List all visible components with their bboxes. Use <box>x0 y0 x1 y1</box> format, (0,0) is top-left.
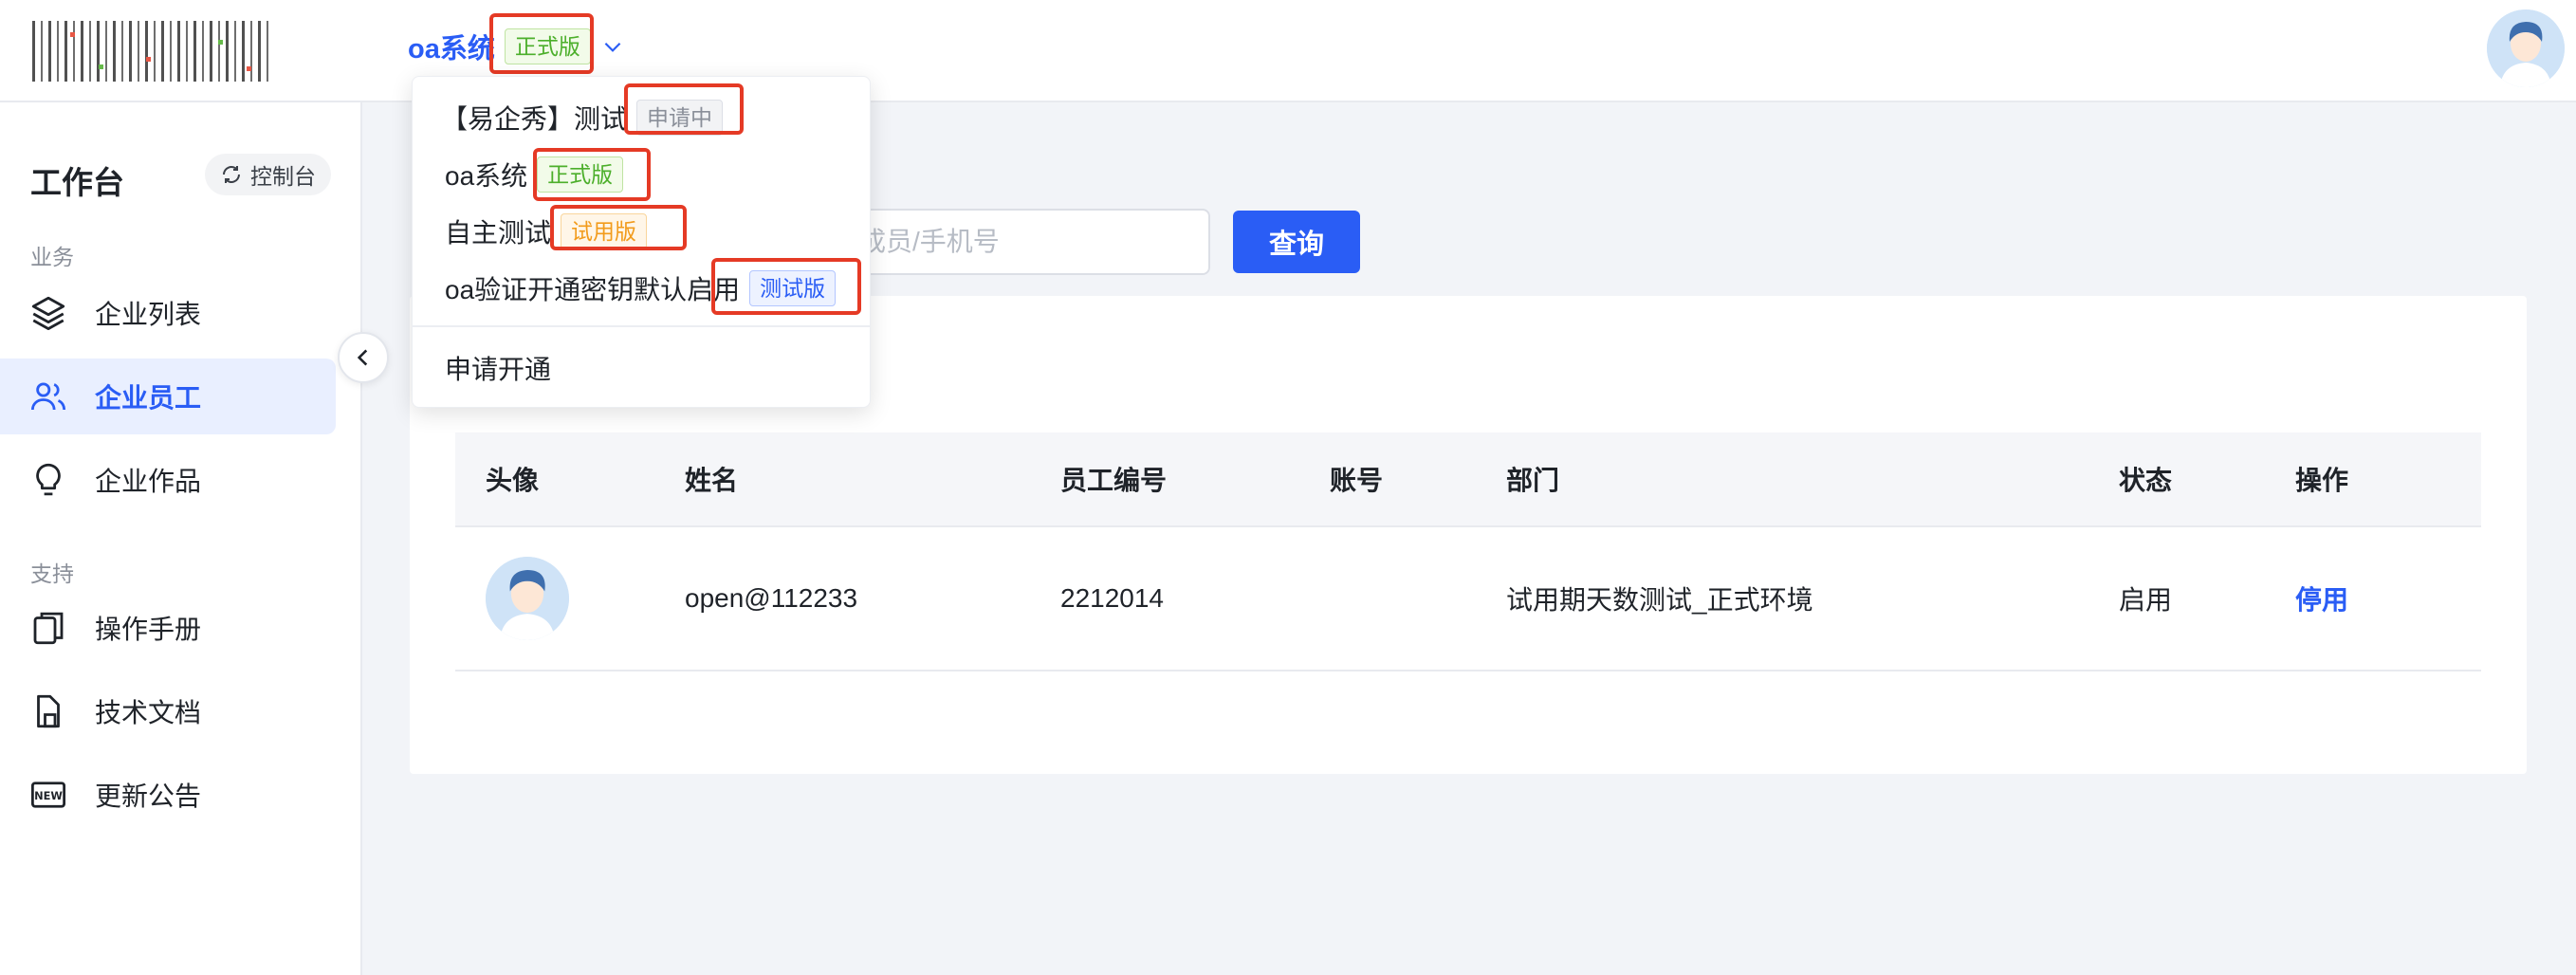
app-switch-dropdown: 【易企秀】测试 申请中 oa系统 正式版 自主测试 试用版 oa验证开通密钥默认… <box>412 76 871 408</box>
sidebar-item-enterprise-works[interactable]: 企业作品 <box>0 442 336 518</box>
staff-table: 头像 姓名 员工编号 账号 部门 状态 操作 open@112233 22120… <box>455 432 2481 671</box>
copy-icon <box>33 612 64 645</box>
dropdown-item-tag: 正式版 <box>537 156 624 193</box>
query-button[interactable]: 查询 <box>1233 211 1360 273</box>
sidebar-item-tech-docs[interactable]: 技术文档 <box>0 673 336 749</box>
sidebar-item-label: 操作手册 <box>95 615 202 644</box>
col-status: 状态 <box>2119 466 2173 495</box>
apply-activation-label: 申请开通 <box>445 355 552 384</box>
cell-status: 启用 <box>2119 585 2173 615</box>
dropdown-item-oa-system[interactable]: oa系统 正式版 <box>445 153 624 196</box>
user-avatar[interactable] <box>2487 9 2565 87</box>
sidebar-item-label: 企业列表 <box>95 300 202 329</box>
col-name: 姓名 <box>685 466 739 495</box>
dropdown-item-tag: 试用版 <box>561 213 648 249</box>
col-account: 账号 <box>1330 466 1384 495</box>
console-button[interactable]: 控制台 <box>205 154 331 195</box>
workspace-title: 工作台 <box>30 165 124 200</box>
cell-employee-no: 2212014 <box>1060 583 1165 613</box>
dropdown-item-tag: 测试版 <box>749 270 837 306</box>
new-badge-icon: NEW <box>30 782 66 808</box>
sidebar-item-enterprise-list[interactable]: 企业列表 <box>0 275 336 351</box>
console-label: 控制台 <box>250 164 316 189</box>
sidebar-item-enterprise-staff[interactable]: 企业员工 <box>0 359 336 434</box>
avatar <box>486 557 569 640</box>
table-header: 头像 姓名 员工编号 账号 部门 状态 操作 <box>455 432 2481 527</box>
layers-icon <box>31 296 65 331</box>
lightbulb-icon <box>36 463 61 496</box>
svg-text:NEW: NEW <box>34 789 63 802</box>
col-actions: 操作 <box>2295 466 2349 495</box>
col-employee-no: 员工编号 <box>1060 466 1168 495</box>
section-support-label: 支持 <box>30 561 74 586</box>
sidebar-item-label: 企业员工 <box>95 383 202 413</box>
dropdown-item-yiqixiu-test[interactable]: 【易企秀】测试 申请中 <box>441 96 724 139</box>
sidebar-item-announcements[interactable]: NEW 更新公告 <box>0 757 336 833</box>
dropdown-item-name: oa验证开通密钥默认启用 <box>445 275 741 304</box>
refresh-icon <box>223 166 240 183</box>
dropdown-item-name: 【易企秀】测试 <box>441 104 628 134</box>
users-icon <box>30 382 66 411</box>
col-department: 部门 <box>1506 466 1560 495</box>
top-header: oa系统 正式版 <box>0 0 2576 102</box>
sidebar-item-label: 企业作品 <box>95 467 202 496</box>
app-switcher[interactable]: oa系统 正式版 <box>408 23 625 70</box>
document-icon <box>37 694 60 728</box>
current-app-tag: 正式版 <box>504 28 591 64</box>
chevron-left-icon <box>357 349 368 366</box>
disable-link[interactable]: 停用 <box>2295 585 2348 615</box>
apply-activation-item[interactable]: 申请开通 <box>445 346 551 390</box>
company-logo <box>32 21 271 82</box>
cell-name: open@112233 <box>685 583 858 613</box>
section-business-label: 业务 <box>30 245 74 269</box>
sidebar-collapse-button[interactable] <box>338 332 389 383</box>
dropdown-item-oa-key-verify[interactable]: oa验证开通密钥默认启用 测试版 <box>445 267 837 310</box>
dropdown-item-name: 自主测试 <box>445 218 552 248</box>
sidebar: 工作台 控制台 业务 企业列表 企业员工 企业作品 支持 操作手册 技术文档 N… <box>0 102 362 975</box>
chevron-down-icon[interactable] <box>600 34 625 59</box>
col-avatar: 头像 <box>486 466 540 495</box>
sidebar-item-manual[interactable]: 操作手册 <box>0 590 336 666</box>
dropdown-item-tag: 申请中 <box>636 100 724 136</box>
current-app-name: oa系统 <box>408 34 495 64</box>
dropdown-item-self-test[interactable]: 自主测试 试用版 <box>445 210 648 253</box>
dropdown-item-name: oa系统 <box>445 161 528 191</box>
table-row: open@112233 2212014 试用期天数测试_正式环境 启用 停用 <box>455 527 2481 671</box>
cell-department: 试用期天数测试_正式环境 <box>1506 585 1813 615</box>
sidebar-item-label: 更新公告 <box>95 782 202 811</box>
dropdown-divider <box>413 325 870 327</box>
sidebar-item-label: 技术文档 <box>95 698 202 727</box>
